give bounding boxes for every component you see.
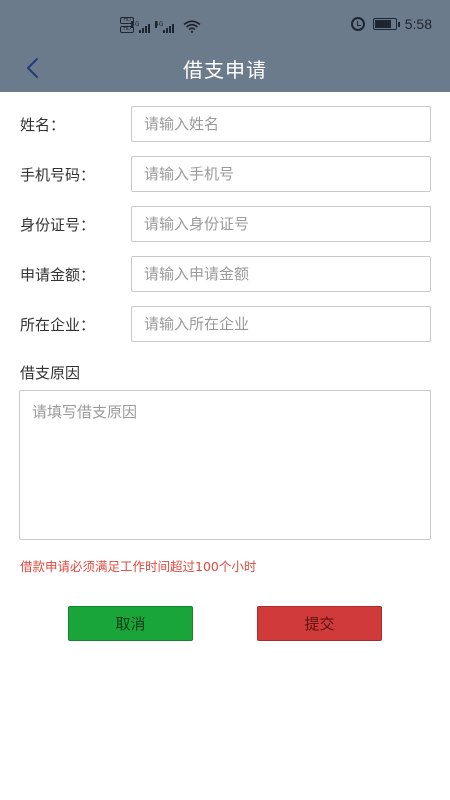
phone-row: 手机号码： bbox=[0, 156, 450, 192]
amount-row: 申请金额： bbox=[0, 256, 450, 292]
requirement-notice: 借款申请必须满足工作时间超过100个小时 bbox=[20, 559, 257, 574]
reason-textarea[interactable] bbox=[19, 390, 431, 540]
company-input[interactable] bbox=[131, 306, 431, 342]
page-title: 借支申请 bbox=[183, 58, 267, 82]
signal-icon: 4G bbox=[155, 21, 174, 33]
submit-button[interactable]: 提交 bbox=[257, 606, 382, 641]
company-label: 所在企业： bbox=[20, 316, 96, 334]
reason-label: 借支原因 bbox=[20, 364, 81, 382]
id-number-input[interactable] bbox=[131, 206, 431, 242]
wifi-icon bbox=[183, 20, 201, 33]
alarm-icon bbox=[350, 17, 365, 31]
app-header-bar: HD HD 4G 4G 5:58 借支申请 bbox=[0, 0, 450, 92]
name-label: 姓名： bbox=[20, 116, 66, 134]
status-right: 5:58 bbox=[350, 16, 432, 32]
name-row: 姓名： bbox=[0, 106, 450, 142]
company-row: 所在企业： bbox=[0, 306, 450, 342]
amount-label: 申请金额： bbox=[20, 266, 96, 284]
id-number-label: 身份证号： bbox=[20, 216, 96, 234]
signal-icon: 4G bbox=[131, 21, 150, 33]
amount-input[interactable] bbox=[131, 256, 431, 292]
id-row: 身份证号： bbox=[0, 206, 450, 242]
status-bar: HD HD 4G 4G 5:58 bbox=[0, 0, 450, 40]
cancel-button[interactable]: 取消 bbox=[68, 606, 193, 641]
nav-header: 借支申请 bbox=[0, 44, 450, 92]
name-input[interactable] bbox=[131, 106, 431, 142]
battery-icon bbox=[372, 18, 400, 30]
phone-label: 手机号码： bbox=[20, 166, 96, 184]
status-time: 5:58 bbox=[404, 16, 432, 32]
phone-input[interactable] bbox=[131, 156, 431, 192]
signal-group: HD HD 4G 4G bbox=[120, 17, 201, 33]
